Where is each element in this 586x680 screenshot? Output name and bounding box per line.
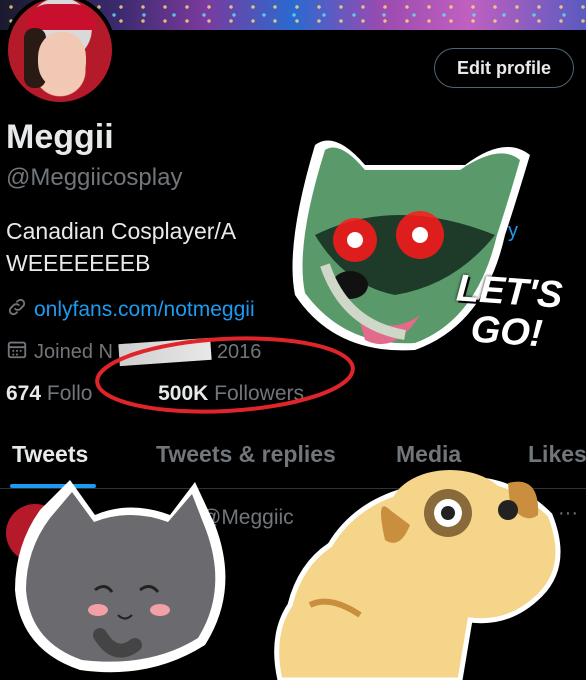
edit-profile-button[interactable]: Edit profile xyxy=(434,48,574,88)
avatar-face xyxy=(38,32,86,88)
avatar-cap xyxy=(26,4,96,30)
bio-line-1: Canadian Cosplayer/A xyxy=(6,218,237,244)
bio-line-2: WEEEEEEEB xyxy=(6,250,151,276)
profile-avatar[interactable] xyxy=(4,0,116,106)
calendar-icon xyxy=(6,338,28,366)
profile-link[interactable]: onlyfans.com/notmeggii xyxy=(34,298,255,322)
profile-handle: @Meggiicosplay xyxy=(6,164,183,191)
cat-sticker xyxy=(15,480,226,673)
lets-go-line1: LET'S xyxy=(454,267,564,317)
profile-name: Meggii xyxy=(6,118,114,156)
following-count[interactable]: 674 xyxy=(6,382,41,405)
link-icon xyxy=(6,296,28,324)
dog-sticker xyxy=(274,470,561,680)
lets-go-text: LET'S GO! xyxy=(445,267,570,356)
following-label[interactable]: Follo xyxy=(47,382,93,405)
profile-link-row[interactable]: onlyfans.com/notmeggii xyxy=(6,296,255,324)
